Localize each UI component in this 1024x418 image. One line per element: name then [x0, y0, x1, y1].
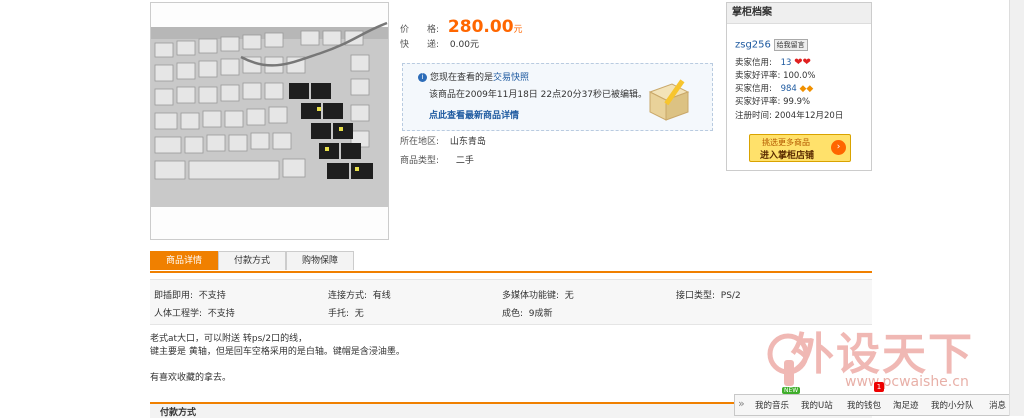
dock-item-messages[interactable]: 消息 [989, 399, 1006, 411]
description-line: 键主要是 黄轴，但是回车空格采用的是白轴。键帽是含浸油墨。 [150, 347, 405, 357]
watermark-title: 外设天下 [790, 329, 974, 380]
shipping-row: 快 递: 0.00元 [400, 37, 479, 50]
shipping-label: 快 递: [400, 40, 440, 50]
snapshot-notice: i 您现在查看的是交易快照 该商品在2009年11月18日 22点20分37秒已被… [402, 63, 713, 131]
item-description: 老式at大口，可以附送 转ps/2口的线， 键主要是 黄轴，但是回车空格采用的是… [150, 333, 850, 385]
seller-panel: 掌柜档案 zsg256 给我留言 卖家信用: 13 ❤❤ 卖家好评率: 100.… [726, 2, 872, 171]
bottom-dock: » 我的音乐 我的U站 我的钱包 淘足迹 我的小分队 消息 [734, 394, 1012, 416]
seller-rate-value: 100.0% [783, 71, 816, 81]
location-row: 所在地区: 山东青岛 [400, 134, 486, 147]
dock-item-team[interactable]: 我的小分队 [931, 399, 974, 411]
dock-item-ustation[interactable]: 我的U站 [801, 399, 833, 411]
enter-shop-line1: 挑选更多商品 [762, 138, 810, 147]
reg-value: 2004年12月20日 [774, 111, 844, 121]
buyer-credit-value[interactable]: 984 [781, 84, 797, 94]
type-row: 商品类型: 二手 [400, 153, 474, 166]
enter-shop-button[interactable]: 挑选更多商品 进入掌柜店铺 › [749, 134, 851, 162]
spec-label: 连接方式: [328, 291, 368, 301]
package-pencil-icon [648, 79, 690, 121]
arrow-right-icon: › [831, 140, 846, 155]
location-value: 山东青岛 [449, 137, 486, 147]
price-row: 价 格: 280.00元 [400, 17, 523, 37]
heart-icon: ❤❤ [794, 57, 811, 68]
seller-name-row: zsg256 给我留言 [735, 39, 808, 51]
spec-label: 人体工程学: [154, 309, 203, 319]
scrollbar[interactable] [1009, 0, 1024, 416]
buyer-rate-row: 买家好评率: 99.9% [735, 95, 810, 107]
shipping-value: 0.00元 [449, 40, 479, 50]
spec-plug-and-play: 即插即用: 不支持 [154, 288, 226, 301]
seller-credit-value[interactable]: 13 [781, 58, 792, 68]
dock-item-footprints[interactable]: 淘足迹 [893, 399, 919, 411]
count-badge: 1 [874, 382, 884, 392]
seller-rate-label: 卖家好评率: [735, 71, 781, 81]
spec-connection: 连接方式: 有线 [328, 288, 391, 301]
location-label: 所在地区: [400, 137, 440, 147]
spec-value: 不支持 [198, 291, 226, 301]
buyer-credit-label: 买家信用: [735, 84, 772, 94]
seller-name[interactable]: zsg256 [735, 40, 771, 51]
snapshot-link[interactable]: 交易快照 [493, 73, 529, 83]
buyer-rate-value: 99.9% [783, 97, 811, 107]
snapshot-line: i 您现在查看的是交易快照 [418, 70, 529, 83]
buyer-credit-row: 买家信用: 984 ◆◆ [735, 82, 813, 94]
spec-value: 无 [354, 309, 364, 319]
latest-details-link[interactable]: 点此查看最新商品详情 [429, 108, 519, 121]
dock-collapse-icon[interactable]: » [738, 397, 745, 410]
item-specs: 即插即用: 不支持 连接方式: 有线 多媒体功能键: 无 接口类型: PS/2 … [150, 279, 872, 325]
seller-rate-row: 卖家好评率: 100.0% [735, 69, 816, 81]
spec-value: PS/2 [720, 291, 741, 301]
spec-wrist-rest: 手托: 无 [328, 306, 364, 319]
detail-tabs: 商品详情 付款方式 购物保障 [150, 251, 872, 273]
message-button[interactable]: 给我留言 [773, 39, 808, 51]
spec-label: 多媒体功能键: [502, 291, 560, 301]
reg-label: 注册时间: [735, 111, 772, 121]
spec-value: 有线 [372, 291, 391, 301]
price-unit: 元 [513, 25, 523, 35]
spec-label: 成色: [502, 309, 524, 319]
spec-label: 接口类型: [676, 291, 716, 301]
spec-label: 即插即用: [154, 291, 194, 301]
payment-section-title: 付款方式 [160, 408, 197, 418]
type-value: 二手 [455, 156, 474, 166]
dock-item-wallet[interactable]: 我的钱包 [847, 399, 881, 411]
description-line: 有喜欢收藏的拿去。 [150, 373, 232, 383]
snapshot-prefix: 您现在查看的是 [430, 73, 494, 83]
price-label: 价 格: [400, 25, 440, 35]
tab-payment[interactable]: 付款方式 [218, 251, 286, 270]
spec-condition: 成色: 9成新 [502, 306, 553, 319]
reg-row: 注册时间: 2004年12月20日 [735, 109, 843, 121]
tab-item-details[interactable]: 商品详情 [150, 251, 218, 270]
seller-credit-label: 卖家信用: [735, 58, 772, 68]
spec-label: 手托: [328, 309, 350, 319]
spec-ergonomic: 人体工程学: 不支持 [154, 306, 235, 319]
watermark-url: www.pcwaishe.cn [845, 374, 969, 390]
description-line: 老式at大口，可以附送 转ps/2口的线， [150, 334, 308, 344]
spec-value: 无 [564, 291, 574, 301]
spec-value: 不支持 [207, 309, 235, 319]
tab-shopping-guarantee[interactable]: 购物保障 [286, 251, 354, 270]
spec-value: 9成新 [528, 309, 553, 319]
new-badge: NEW [782, 387, 801, 394]
snapshot-edited: 该商品在2009年11月18日 22点20分37秒已被编辑。 [429, 90, 648, 100]
buyer-rate-label: 买家好评率: [735, 97, 781, 107]
product-photo[interactable] [150, 2, 389, 240]
price-value: 280.00 [447, 17, 514, 37]
spec-interface: 接口类型: PS/2 [676, 288, 741, 301]
seller-panel-title: 掌柜档案 [727, 3, 871, 24]
enter-shop-line2: 进入掌柜店铺 [760, 151, 815, 161]
seller-credit-row: 卖家信用: 13 ❤❤ [735, 56, 811, 68]
dock-item-music[interactable]: 我的音乐 [755, 399, 789, 411]
info-icon: i [418, 73, 427, 82]
diamond-icon: ◆◆ [799, 84, 814, 94]
spec-multimedia-keys: 多媒体功能键: 无 [502, 288, 574, 301]
type-label: 商品类型: [400, 156, 440, 166]
